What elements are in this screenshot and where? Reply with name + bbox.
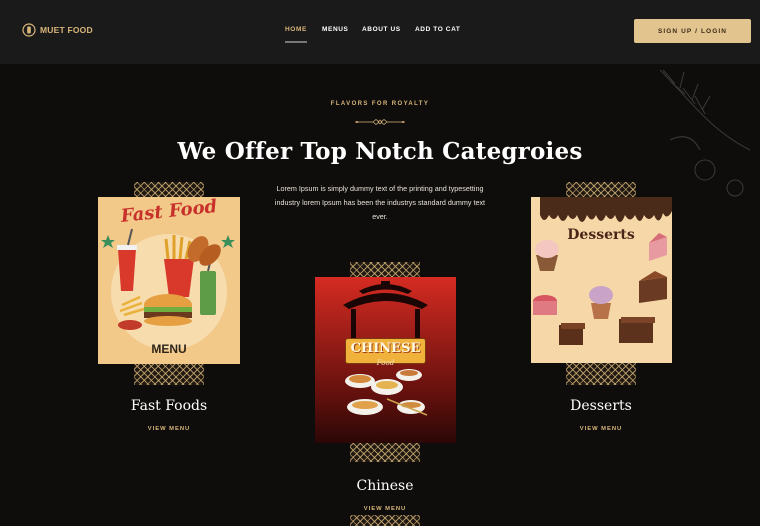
category-title-chinese: Chinese (356, 478, 414, 494)
category-title-desserts: Desserts (570, 398, 632, 414)
view-menu-desserts-link[interactable]: VIEW MENU (521, 426, 681, 432)
ornament-divider-icon (355, 119, 405, 125)
fast-foods-poster[interactable]: Fast Food MENU (98, 197, 240, 364)
decorative-leaf-icon (659, 69, 751, 197)
chinese-poster[interactable]: CHINESE Food (315, 277, 456, 443)
nav-about-us[interactable]: ABOUT US (362, 26, 401, 33)
view-menu-fast-foods-link[interactable]: VIEW MENU (89, 426, 249, 432)
section-title: We Offer Top Notch Categroies (177, 138, 583, 165)
chinese-poster-subheading: Food (376, 359, 395, 367)
nav-menus[interactable]: MENUS (322, 26, 348, 33)
nav-home[interactable]: HOME (285, 26, 307, 33)
view-menu-chinese-link[interactable]: VIEW MENU (305, 506, 465, 512)
desserts-poster[interactable]: Desserts (531, 197, 672, 363)
signup-login-button[interactable]: SIGN UP / LOGIN (634, 19, 751, 43)
section-intro: Lorem Ipsum is simply dummy text of the … (274, 184, 486, 221)
nav-add-to-cat[interactable]: ADD TO CAT (415, 26, 460, 33)
desserts-poster-heading: Desserts (567, 227, 635, 243)
category-title-fast-foods: Fast Foods (130, 398, 208, 414)
nav-active-indicator (285, 41, 307, 43)
card-pattern-chinese-bottom (350, 515, 420, 526)
fast-foods-poster-footer: MENU (151, 342, 187, 356)
desserts-illustration (531, 197, 672, 345)
site-header: MUET FOOD HOME MENUS ABOUT US ADD TO CAT… (0, 0, 760, 64)
section-eyebrow: FLAVORS FOR ROYALTY (330, 101, 430, 107)
